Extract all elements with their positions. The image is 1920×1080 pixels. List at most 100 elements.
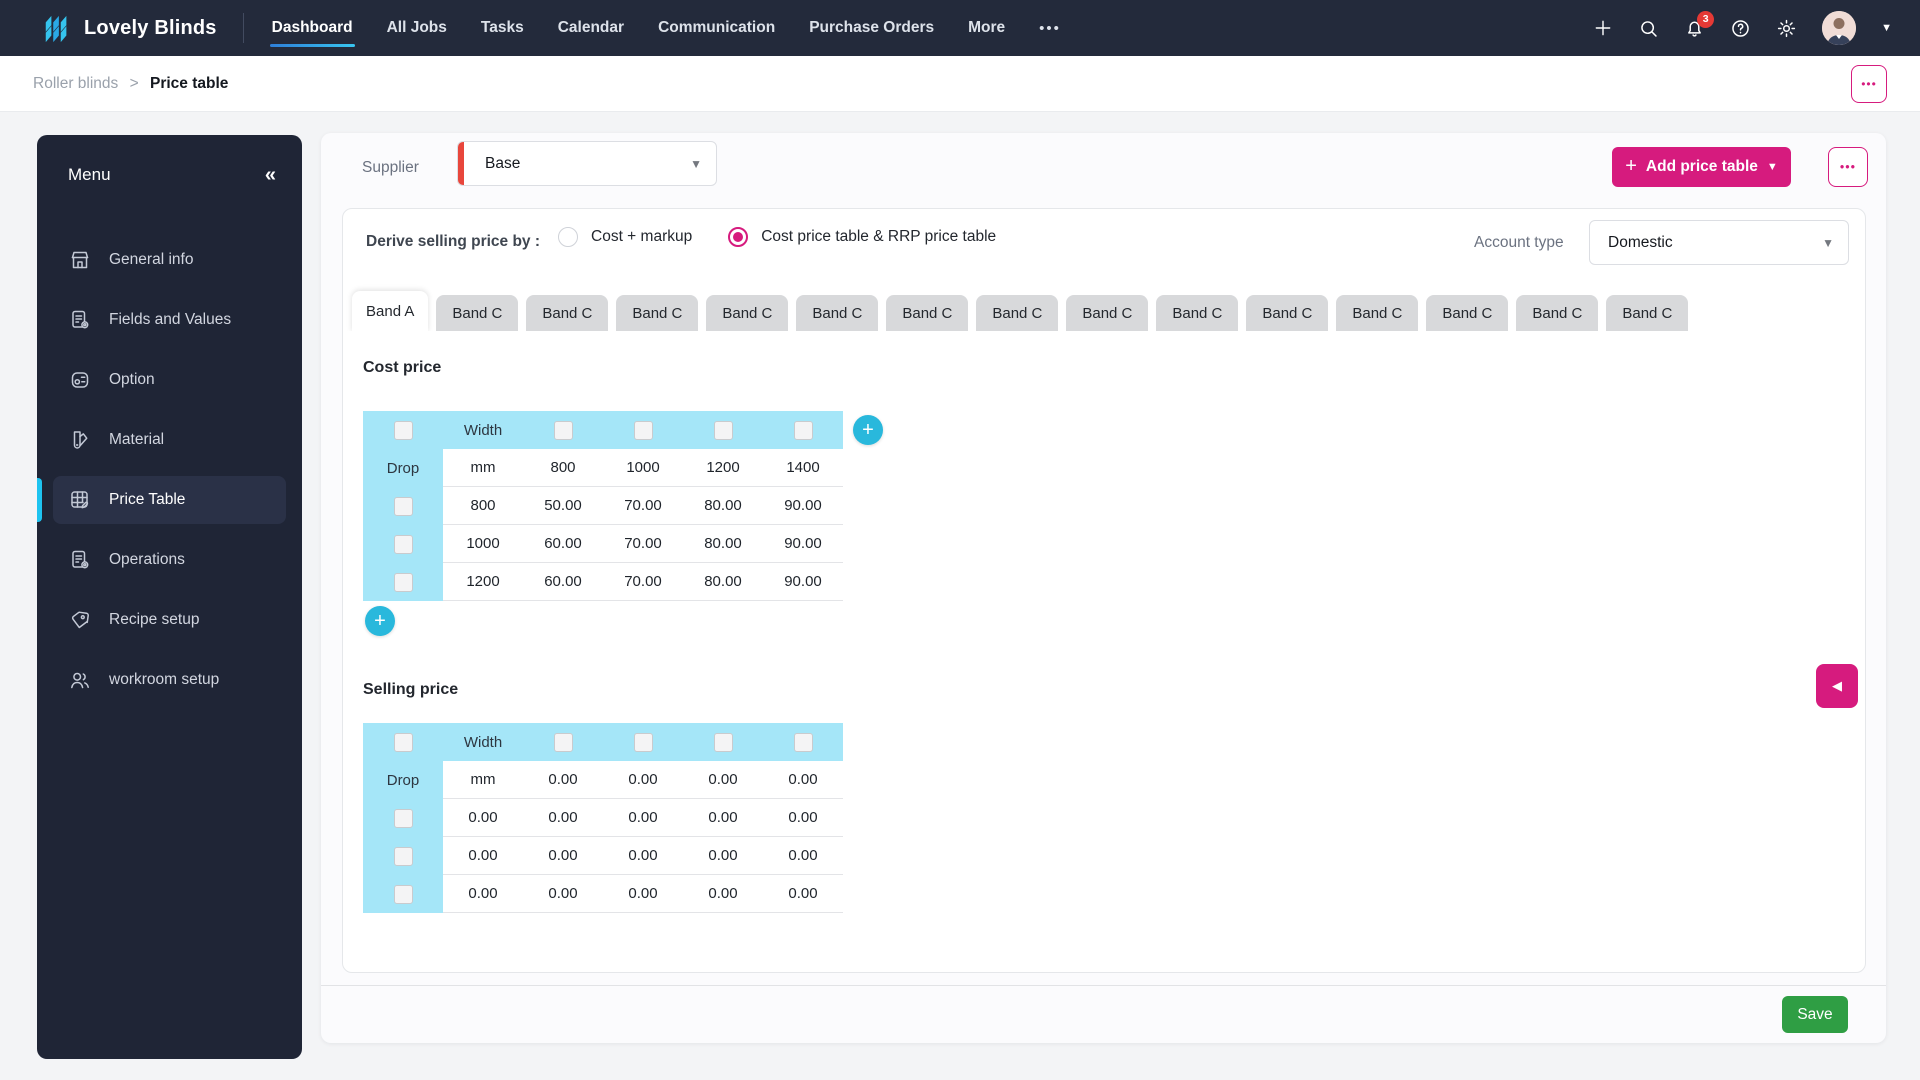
tab-band-c-4[interactable]: Band C	[706, 295, 788, 331]
selling-price-cell[interactable]: 0.00	[523, 875, 603, 913]
cost-price-cell[interactable]: 90.00	[763, 525, 843, 563]
column-checkbox[interactable]	[794, 733, 813, 752]
cost-width-value-cell[interactable]: 1200	[683, 449, 763, 487]
cost-price-cell[interactable]: 60.00	[523, 563, 603, 601]
save-button[interactable]: Save	[1782, 996, 1848, 1033]
table-more-actions-button[interactable]: •••	[1828, 147, 1868, 187]
tab-band-a-0[interactable]: Band A	[352, 291, 428, 332]
cost-width-value-cell[interactable]: 1400	[763, 449, 843, 487]
cost-drop-value-cell[interactable]: 800	[443, 487, 523, 525]
column-checkbox[interactable]	[554, 733, 573, 752]
cost-drop-value-cell[interactable]: 1000	[443, 525, 523, 563]
row-checkbox[interactable]	[394, 809, 413, 828]
sidebar-item-recipe-setup[interactable]: Recipe setup	[37, 590, 302, 650]
cost-price-cell[interactable]: 80.00	[683, 525, 763, 563]
sidebar-item-workroom-setup[interactable]: workroom setup	[37, 650, 302, 710]
nav-overflow-dots-icon[interactable]: •••	[1039, 20, 1061, 37]
cost-price-cell[interactable]: 90.00	[763, 563, 843, 601]
selling-width-value-cell[interactable]: 0.00	[763, 761, 843, 799]
select-all-checkbox[interactable]	[394, 733, 413, 752]
column-checkbox[interactable]	[794, 421, 813, 440]
select-all-checkbox[interactable]	[394, 421, 413, 440]
add-icon[interactable]	[1592, 18, 1613, 39]
selling-price-cell[interactable]: 0.00	[603, 875, 683, 913]
tab-band-c-13[interactable]: Band C	[1516, 295, 1598, 331]
sidebar-item-price-table[interactable]: Price Table	[37, 470, 302, 530]
cost-width-value-cell[interactable]: 800	[523, 449, 603, 487]
nav-item-all-jobs[interactable]: All Jobs	[387, 0, 447, 56]
nav-item-purchase-orders[interactable]: Purchase Orders	[809, 0, 934, 56]
selling-width-value-cell[interactable]: 0.00	[523, 761, 603, 799]
radio-cost-markup[interactable]: Cost + markup	[558, 227, 692, 247]
column-checkbox[interactable]	[714, 733, 733, 752]
sidebar-collapse-icon[interactable]: «	[265, 165, 276, 185]
column-checkbox[interactable]	[714, 421, 733, 440]
selling-price-cell[interactable]: 0.00	[603, 837, 683, 875]
tab-band-c-6[interactable]: Band C	[886, 295, 968, 331]
nav-item-more[interactable]: More	[968, 0, 1005, 56]
nav-item-calendar[interactable]: Calendar	[558, 0, 624, 56]
selling-price-cell[interactable]: 0.00	[523, 837, 603, 875]
notifications-bell-icon[interactable]: 3	[1684, 18, 1705, 39]
tab-band-c-11[interactable]: Band C	[1336, 295, 1418, 331]
breadcrumb-parent[interactable]: Roller blinds	[33, 75, 118, 92]
cost-price-cell[interactable]: 90.00	[763, 487, 843, 525]
selling-price-cell[interactable]: 0.00	[763, 799, 843, 837]
cost-price-cell[interactable]: 70.00	[603, 525, 683, 563]
account-type-select[interactable]: Domestic ▼	[1589, 220, 1849, 265]
profile-chevron-down-icon[interactable]: ▼	[1881, 22, 1892, 34]
row-checkbox[interactable]	[394, 847, 413, 866]
tab-band-c-12[interactable]: Band C	[1426, 295, 1508, 331]
cost-price-cell[interactable]: 60.00	[523, 525, 603, 563]
sidebar-item-operations[interactable]: Operations	[37, 530, 302, 590]
tab-band-c-2[interactable]: Band C	[526, 295, 608, 331]
search-icon[interactable]	[1638, 18, 1659, 39]
selling-price-cell[interactable]: 0.00	[603, 799, 683, 837]
sidebar-item-general-info[interactable]: General info	[37, 230, 302, 290]
cost-price-cell[interactable]: 80.00	[683, 563, 763, 601]
column-checkbox[interactable]	[554, 421, 573, 440]
sidebar-item-fields-and-values[interactable]: Fields and Values	[37, 290, 302, 350]
tab-band-c-9[interactable]: Band C	[1156, 295, 1238, 331]
tab-band-c-1[interactable]: Band C	[436, 295, 518, 331]
add-column-button[interactable]: +	[853, 415, 883, 445]
sidebar-item-option[interactable]: Option	[37, 350, 302, 410]
column-checkbox[interactable]	[634, 733, 653, 752]
page-more-actions-button[interactable]: •••	[1851, 65, 1887, 103]
selling-price-cell[interactable]: 0.00	[683, 875, 763, 913]
collapse-panel-button[interactable]: ◀	[1816, 664, 1858, 708]
row-checkbox[interactable]	[394, 497, 413, 516]
add-price-table-button[interactable]: + Add price table ▼	[1612, 147, 1791, 187]
row-checkbox[interactable]	[394, 885, 413, 904]
tab-band-c-7[interactable]: Band C	[976, 295, 1058, 331]
selling-price-cell[interactable]: 0.00	[683, 799, 763, 837]
selling-price-cell[interactable]: 0.00	[763, 875, 843, 913]
user-avatar[interactable]	[1822, 11, 1856, 45]
sidebar-item-material[interactable]: Material	[37, 410, 302, 470]
help-icon[interactable]	[1730, 18, 1751, 39]
radio-cost-price-table-rrp-price-table[interactable]: Cost price table & RRP price table	[728, 227, 996, 247]
selling-drop-value-cell[interactable]: 0.00	[443, 799, 523, 837]
cost-price-cell[interactable]: 50.00	[523, 487, 603, 525]
selling-price-cell[interactable]: 0.00	[523, 799, 603, 837]
cost-price-cell[interactable]: 70.00	[603, 487, 683, 525]
selling-width-value-cell[interactable]: 0.00	[683, 761, 763, 799]
supplier-select[interactable]: Base ▼	[457, 141, 717, 186]
tab-band-c-10[interactable]: Band C	[1246, 295, 1328, 331]
nav-item-dashboard[interactable]: Dashboard	[272, 0, 353, 56]
selling-price-cell[interactable]: 0.00	[763, 837, 843, 875]
row-checkbox[interactable]	[394, 535, 413, 554]
cost-width-value-cell[interactable]: 1000	[603, 449, 683, 487]
cost-unit-cell[interactable]: mm	[443, 449, 523, 487]
nav-item-tasks[interactable]: Tasks	[481, 0, 524, 56]
tab-band-c-5[interactable]: Band C	[796, 295, 878, 331]
cost-price-cell[interactable]: 80.00	[683, 487, 763, 525]
tab-band-c-8[interactable]: Band C	[1066, 295, 1148, 331]
add-row-button[interactable]: +	[365, 606, 395, 636]
selling-price-cell[interactable]: 0.00	[683, 837, 763, 875]
cost-price-cell[interactable]: 70.00	[603, 563, 683, 601]
nav-item-communication[interactable]: Communication	[658, 0, 775, 56]
row-checkbox[interactable]	[394, 573, 413, 592]
cost-drop-value-cell[interactable]: 1200	[443, 563, 523, 601]
tab-band-c-14[interactable]: Band C	[1606, 295, 1688, 331]
